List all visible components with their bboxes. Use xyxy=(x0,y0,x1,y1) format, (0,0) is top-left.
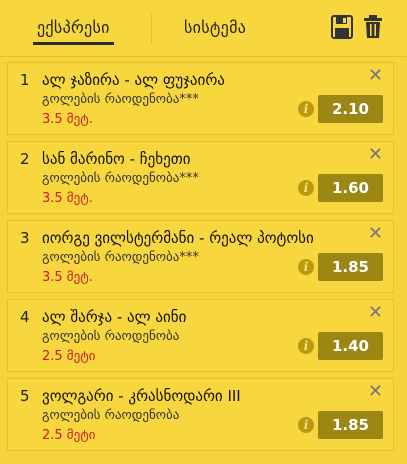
bet-teams: ალ შარჯა - ალ აინი xyxy=(42,308,187,326)
bet-outcome: 3.5 მეტ. xyxy=(42,270,93,285)
tab-express[interactable]: ექსპრესი xyxy=(33,18,114,45)
bet-index: 4 xyxy=(20,308,30,326)
bet-card: 4 ალ შარჯა - ალ აინი გოლების რაოდენობა 2… xyxy=(7,299,394,372)
bet-market: გოლების რაოდენობა xyxy=(42,408,180,423)
info-icon[interactable]: i xyxy=(298,180,314,196)
info-icon[interactable]: i xyxy=(298,338,314,354)
bet-index: 5 xyxy=(20,387,30,405)
bet-outcome: 3.5 მეტ. xyxy=(42,191,93,206)
close-icon[interactable]: ✕ xyxy=(368,67,383,85)
bet-market: გოლების რაოდენობა*** xyxy=(42,250,199,265)
save-icon[interactable] xyxy=(331,15,355,41)
odds-button[interactable]: 1.85 xyxy=(318,253,383,281)
bet-index: 1 xyxy=(20,71,30,89)
bet-card: 5 ვოლგარი - კრასნოდარი III გოლების რაოდე… xyxy=(7,378,394,451)
bet-outcome: 2.5 მეტი xyxy=(42,428,96,443)
bet-outcome: 3.5 მეტ. xyxy=(42,112,93,127)
bet-card: 1 ალ ჯაზირა - ალ ფუჯაირა გოლების რაოდენო… xyxy=(7,62,394,135)
bet-teams: ვოლგარი - კრასნოდარი III xyxy=(42,387,241,405)
bet-index: 3 xyxy=(20,229,30,247)
bet-card: 2 სან მარინო - ჩეხეთი გოლების რაოდენობა*… xyxy=(7,141,394,214)
bet-market: გოლების რაოდენობა*** xyxy=(42,171,199,186)
odds-button[interactable]: 1.40 xyxy=(318,332,383,360)
info-icon[interactable]: i xyxy=(298,417,314,433)
close-icon[interactable]: ✕ xyxy=(368,225,383,243)
bet-index: 2 xyxy=(20,150,30,168)
tab-system-label: სისტემა xyxy=(184,18,247,37)
bet-market: გოლების რაოდენობა*** xyxy=(42,92,199,107)
close-icon[interactable]: ✕ xyxy=(368,146,383,164)
bet-outcome: 2.5 მეტი xyxy=(42,349,96,364)
close-icon[interactable]: ✕ xyxy=(368,383,383,401)
trash-icon[interactable] xyxy=(363,15,387,41)
bet-market: გოლების რაოდენობა xyxy=(42,329,180,344)
info-icon[interactable]: i xyxy=(298,101,314,117)
odds-button[interactable]: 2.10 xyxy=(318,95,383,123)
tab-express-label: ექსპრესი xyxy=(37,18,110,37)
betslip-header: ექსპრესი სისტემა xyxy=(0,0,407,57)
tab-system[interactable]: სისტემა xyxy=(184,18,246,37)
close-icon[interactable]: ✕ xyxy=(368,304,383,322)
bet-teams: სან მარინო - ჩეხეთი xyxy=(42,150,191,168)
active-tab-underline xyxy=(33,42,114,45)
bet-teams: იორგე ვილსტერმანი - რეალ პოტოსი xyxy=(42,229,314,247)
info-icon[interactable]: i xyxy=(298,259,314,275)
tab-divider xyxy=(151,14,152,44)
betslip-panel: ექსპრესი სისტემა 1 ალ ჯაზირა - ალ ფუჯაირ… xyxy=(0,0,407,464)
bet-card: 3 იორგე ვილსტერმანი - რეალ პოტოსი გოლები… xyxy=(7,220,394,293)
odds-button[interactable]: 1.85 xyxy=(318,411,383,439)
odds-button[interactable]: 1.60 xyxy=(318,174,383,202)
bet-teams: ალ ჯაზირა - ალ ფუჯაირა xyxy=(42,71,225,89)
